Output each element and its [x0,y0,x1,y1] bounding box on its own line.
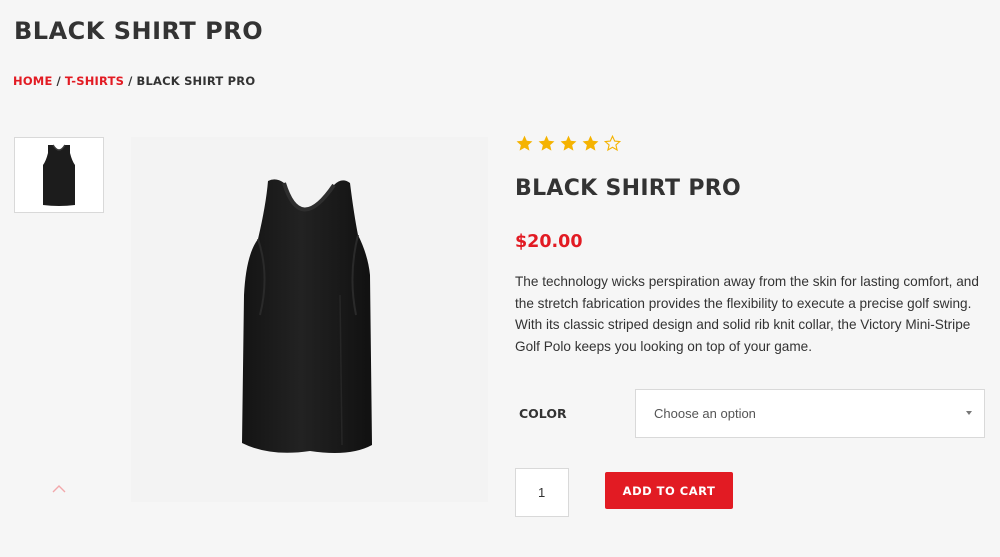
color-select-value: Choose an option [654,406,756,421]
add-to-cart-button[interactable]: ADD TO CART [605,472,733,509]
breadcrumb-separator: / [56,74,61,88]
page-title: BLACK SHIRT PRO [14,17,264,45]
breadcrumb-separator: / [128,74,133,88]
chevron-down-icon [966,411,972,415]
breadcrumb-home-link[interactable]: HOME [13,74,53,88]
color-label: COLOR [519,406,567,421]
product-price: $20.00 [515,232,583,252]
product-description: The technology wicks perspiration away f… [515,274,979,355]
quantity-input[interactable]: 1 [515,468,569,517]
product-page: BLACK SHIRT PRO HOME / T-SHIRTS / BLACK SHIR… [0,0,1000,557]
star-filled-icon [538,135,555,151]
star-filled-icon [560,135,577,151]
breadcrumb: HOME / T-SHIRTS / BLACK SHIRT PRO [13,74,255,88]
product-title: BLACK SHIRT PRO [515,176,741,201]
product-thumbnail[interactable] [14,137,104,213]
tank-top-thumbnail-icon [43,144,75,206]
star-filled-icon [582,135,599,151]
gallery-prev-button[interactable] [50,482,68,496]
color-select[interactable]: Choose an option [635,389,985,438]
product-rating [515,134,622,153]
star-filled-icon [516,135,533,151]
product-main-image[interactable] [131,137,488,502]
chevron-up-icon [52,485,66,493]
star-empty-icon [603,134,622,152]
tank-top-image-icon [241,178,372,453]
breadcrumb-current: BLACK SHIRT PRO [136,74,256,88]
breadcrumb-category-link[interactable]: T-SHIRTS [65,74,124,88]
